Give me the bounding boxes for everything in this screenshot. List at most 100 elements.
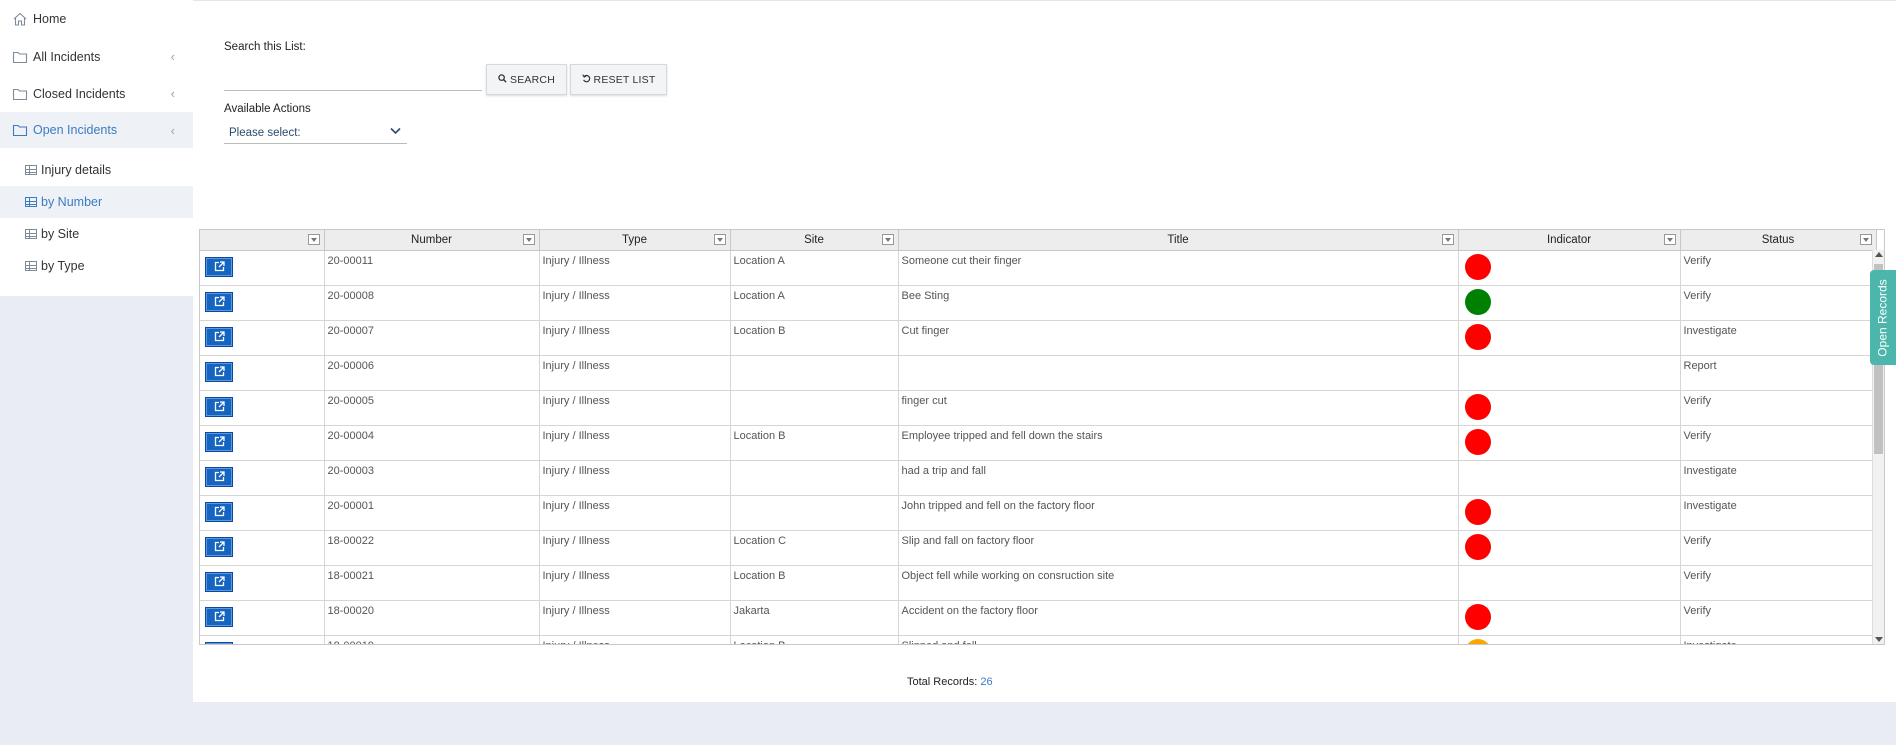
row-action-cell — [200, 600, 325, 636]
sidebar-item-home[interactable]: Home — [0, 0, 193, 38]
column-header-title[interactable]: Title — [898, 230, 1459, 251]
cell-number: 20-00007 — [324, 320, 540, 356]
table-row[interactable]: 20-00011 Injury / Illness Location A Someon… — [200, 250, 1877, 286]
open-record-button[interactable] — [205, 536, 233, 557]
home-icon — [12, 12, 28, 26]
scroll-down-arrow-icon[interactable] — [1875, 637, 1883, 642]
cell-title: Someone cut their finger — [898, 250, 1459, 286]
cell-number: 20-00001 — [324, 495, 540, 531]
cell-title — [898, 355, 1459, 391]
table-row[interactable]: 20-00006 Injury / Illness Report — [200, 355, 1877, 391]
column-header-type[interactable]: Type — [539, 230, 731, 251]
open-records-tab-label: Open Records — [1876, 278, 1890, 357]
cell-type: Injury / Illness — [539, 460, 731, 496]
cell-title: John tripped and fell on the factory flo… — [898, 495, 1459, 531]
sidebar-item-closed-incidents[interactable]: Closed Incidents ‹ — [0, 75, 193, 112]
sidebar-subitem-by-type[interactable]: by Type — [0, 250, 193, 282]
cell-status: Verify — [1680, 250, 1877, 286]
table-icon — [25, 197, 37, 207]
sidebar-subitem-injury-details[interactable]: Injury details — [0, 154, 193, 186]
sidebar-item-label: Home — [33, 12, 67, 26]
available-actions-select[interactable]: Please select: — [224, 123, 407, 144]
sidebar-item-all-incidents[interactable]: All Incidents ‹ — [0, 38, 193, 75]
open-record-button[interactable] — [205, 431, 233, 452]
open-record-button[interactable] — [205, 396, 233, 417]
status-indicator-dot — [1464, 323, 1491, 350]
filter-icon[interactable] — [522, 234, 535, 245]
status-indicator-dot — [1464, 428, 1491, 455]
open-record-button[interactable] — [205, 571, 233, 592]
sidebar-subitem-label: by Type — [41, 259, 85, 273]
open-record-button[interactable] — [205, 291, 233, 312]
folder-icon — [12, 87, 28, 101]
filter-icon[interactable] — [1441, 234, 1454, 245]
table-row[interactable]: 18-00020 Injury / Illness Jakarta Accident … — [200, 600, 1877, 636]
column-header-status[interactable]: Status — [1680, 230, 1877, 251]
sidebar-subitem-by-number[interactable]: by Number — [0, 186, 193, 218]
cell-indicator — [1458, 495, 1681, 531]
total-records-label: Total Records: — [907, 676, 978, 688]
table-icon — [25, 229, 37, 239]
cell-type: Injury / Illness — [539, 320, 731, 356]
cell-title: finger cut — [898, 390, 1459, 426]
cell-title: Object fell while working on consruction… — [898, 565, 1459, 601]
search-input[interactable] — [224, 65, 482, 91]
filter-icon[interactable] — [713, 234, 726, 245]
cell-number: 20-00005 — [324, 390, 540, 426]
table-row[interactable]: 20-00005 Injury / Illness finger cut Verify — [200, 390, 1877, 426]
cell-number: 20-00011 — [324, 250, 540, 286]
scroll-up-arrow-icon[interactable] — [1875, 252, 1883, 257]
cell-indicator — [1458, 460, 1681, 496]
open-record-button[interactable] — [205, 466, 233, 487]
cell-status: Investigate — [1680, 495, 1877, 531]
chevron-left-icon: ‹ — [170, 86, 175, 101]
cell-site — [730, 460, 899, 496]
open-record-button[interactable] — [205, 256, 233, 277]
table-icon — [25, 261, 37, 271]
table-row[interactable]: 20-00007 Injury / Illness Location B Cut fi… — [200, 320, 1877, 356]
table-row[interactable]: 18-00021 Injury / Illness Location B Object… — [200, 565, 1877, 601]
open-record-button[interactable] — [205, 641, 233, 644]
open-records-tab[interactable]: Open Records — [1870, 270, 1896, 365]
table-row[interactable]: 18-00022 Injury / Illness Location C Slip a… — [200, 530, 1877, 566]
column-header-indicator[interactable]: Indicator — [1458, 230, 1681, 251]
open-record-button[interactable] — [205, 501, 233, 522]
sidebar-subitem-by-site[interactable]: by Site — [0, 218, 193, 250]
row-action-cell — [200, 250, 325, 286]
table-row[interactable]: 20-00004 Injury / Illness Location B Employ… — [200, 425, 1877, 461]
column-header-number[interactable]: Number — [324, 230, 540, 251]
filter-icon[interactable] — [1663, 234, 1676, 245]
table-row[interactable]: 20-00001 Injury / Illness John tripped and… — [200, 495, 1877, 531]
cell-type: Injury / Illness — [539, 390, 731, 426]
status-indicator-dot — [1464, 393, 1491, 420]
filter-icon[interactable] — [1859, 234, 1872, 245]
column-header-site[interactable]: Site — [730, 230, 899, 251]
cell-indicator — [1458, 565, 1681, 601]
cell-status: Investigate — [1680, 460, 1877, 496]
cell-site: Location A — [730, 285, 899, 321]
cell-site: Location B — [730, 320, 899, 356]
search-button-label: SEARCH — [510, 73, 555, 86]
external-link-icon — [214, 296, 225, 307]
search-button[interactable]: SEARCH — [486, 64, 567, 95]
sidebar-item-open-incidents[interactable]: Open Incidents ‹ — [0, 112, 193, 148]
reset-list-button[interactable]: RESET LIST — [570, 64, 667, 95]
filter-icon[interactable] — [307, 234, 320, 245]
open-record-button[interactable] — [205, 326, 233, 347]
open-record-button[interactable] — [205, 361, 233, 382]
cell-number: 18-00019 — [324, 635, 540, 644]
cell-site: Jakarta — [730, 600, 899, 636]
cell-site — [730, 355, 899, 391]
cell-number: 20-00006 — [324, 355, 540, 391]
cell-status: Report — [1680, 355, 1877, 391]
table-row[interactable]: 20-00003 Injury / Illness had a trip and f… — [200, 460, 1877, 496]
table-icon — [25, 165, 37, 175]
cell-indicator — [1458, 390, 1681, 426]
row-action-cell — [200, 460, 325, 496]
table-row[interactable]: 20-00008 Injury / Illness Location A Bee St… — [200, 285, 1877, 321]
cell-type: Injury / Illness — [539, 425, 731, 461]
table-row[interactable]: 18-00019Injury / IllnessLocation BSlippe… — [200, 635, 1877, 644]
filter-icon[interactable] — [881, 234, 894, 245]
open-record-button[interactable] — [205, 606, 233, 627]
cell-number: 20-00008 — [324, 285, 540, 321]
